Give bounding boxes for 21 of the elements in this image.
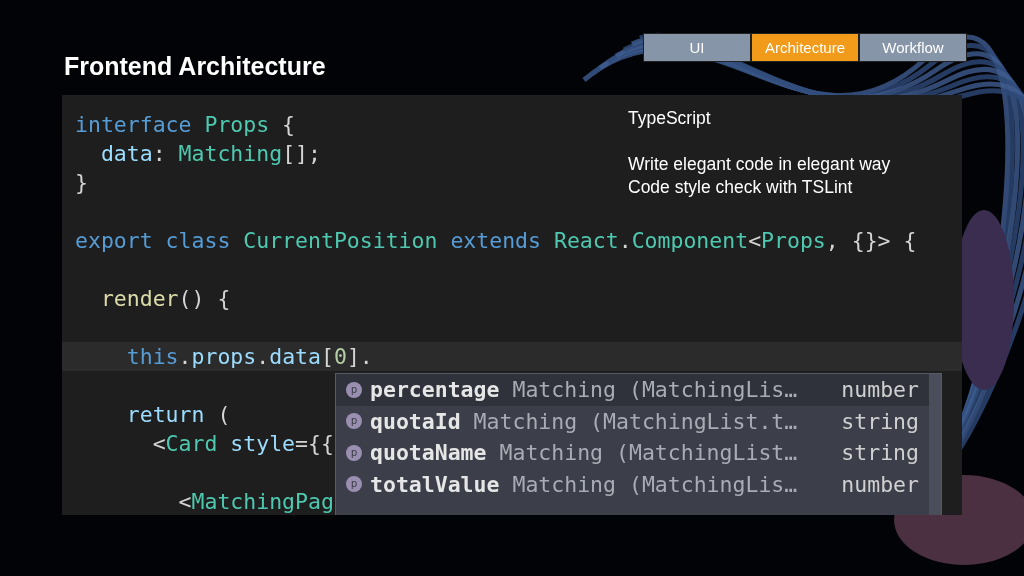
completion-item[interactable]: p totalValue Matching (MatchingLis… number <box>336 468 941 500</box>
completion-item[interactable]: p quotaName Matching (MatchingList… string <box>336 437 941 469</box>
property-icon: p <box>346 476 362 493</box>
code-line: render() { <box>99 286 231 311</box>
property-icon: p <box>346 444 362 461</box>
property-icon: p <box>346 381 362 398</box>
code-line: interface Props { <box>75 112 296 137</box>
notes-heading: TypeScript <box>628 107 712 130</box>
code-line: this.props.data[0]. <box>125 344 373 369</box>
code-line: data: Matching[]; <box>99 141 321 166</box>
code-line: } <box>75 170 88 195</box>
completion-item[interactable]: p quotaId Matching (MatchingList.t… string <box>336 405 941 437</box>
scrollbar[interactable] <box>929 374 941 515</box>
code-line: <MatchingPag <box>177 489 334 514</box>
code-line: return ( <box>125 402 231 427</box>
slide-title: Frontend Architecture <box>64 51 326 82</box>
notes-text: Code style check with TSLint <box>628 176 854 199</box>
notes-text: Write elegant code in elegant way <box>628 153 891 176</box>
code-line: <Card style={{ <box>151 431 334 456</box>
property-icon: p <box>346 413 362 430</box>
code-line: export class CurrentPosition extends React.Component<Props, {}> { <box>75 228 917 253</box>
